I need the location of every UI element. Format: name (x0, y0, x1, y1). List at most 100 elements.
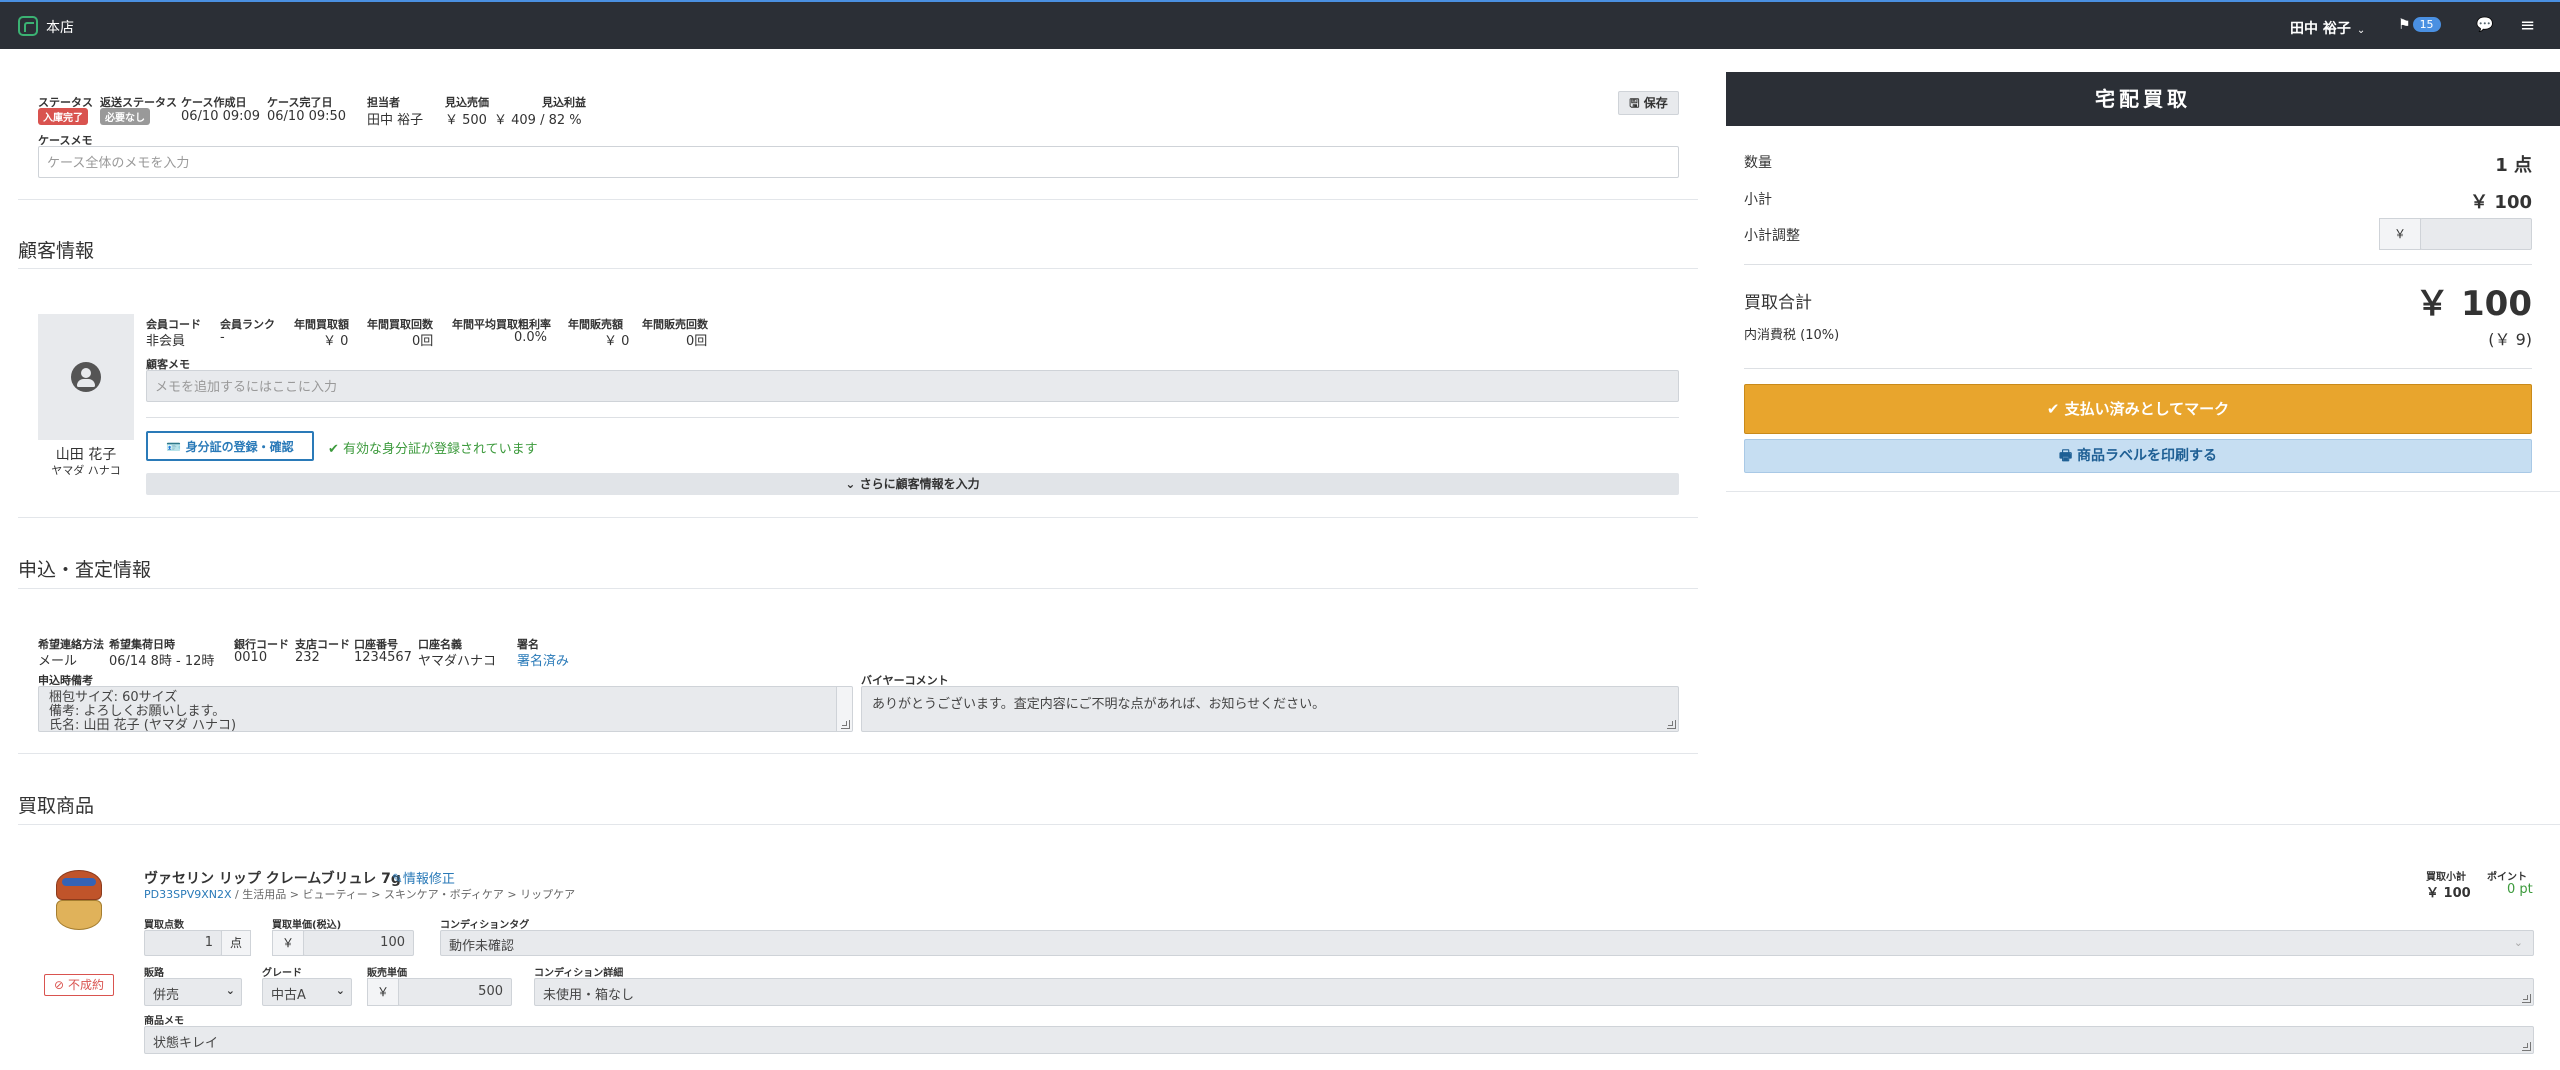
channel-select[interactable]: 併売 ⌄ (144, 978, 242, 1006)
member-code-value: 非会員 (146, 334, 186, 349)
qty-label: 買取点数 (144, 920, 184, 931)
divider (146, 417, 1679, 418)
case-memo-input[interactable]: ケース全体のメモを入力 (38, 146, 1679, 178)
expected-sales-label: 見込売価 (445, 96, 489, 109)
store-name[interactable]: 本店 (46, 17, 74, 37)
chevron-down-icon: ⌄ (2513, 936, 2523, 949)
created-date-label: ケース作成日 (181, 96, 247, 109)
application-notes-textarea[interactable]: 梱包サイズ: 60サイズ 備考: よろしくお願いします。 氏名: 山田 花子 (… (38, 686, 853, 732)
branch-code-value: 232 (295, 650, 320, 665)
summary-subtotal-label: 小計 (1744, 192, 1772, 208)
app-logo-icon[interactable] (18, 16, 38, 36)
id-register-button[interactable]: 🪪 身分証の登録・確認 (146, 431, 314, 461)
signature-link[interactable]: 署名済み (517, 650, 569, 669)
condition-tag-label: コンディションタグ (440, 920, 530, 931)
cancel-contract-label: 不成約 (67, 978, 104, 992)
mark-paid-label: 支払い済みとしてマーク (2064, 400, 2230, 418)
product-memo-value: 状態キレイ (153, 1036, 219, 1051)
products-section-title: 買取商品 (18, 795, 95, 817)
grade-select[interactable]: 中古A ⌄ (262, 978, 352, 1006)
pencil-icon: ✎ (392, 872, 403, 887)
buyer-comment-textarea[interactable]: ありがとうございます。査定内容にご不明な点があれば、お知らせください。 (861, 686, 1679, 732)
check-icon: ✔ (328, 442, 339, 457)
resize-grip-icon (841, 720, 850, 729)
divider (18, 588, 1698, 589)
hamburger-menu-icon[interactable]: ≡ (2520, 15, 2535, 36)
more-customer-info-button[interactable]: ⌄ さらに顧客情報を入力 (146, 473, 1679, 495)
chevron-down-icon: ⌄ (2356, 25, 2366, 36)
customer-kana: ヤマダ ハナコ (51, 464, 121, 477)
grade-value: 中古A (271, 988, 306, 1003)
sale-price-input[interactable]: 500 (398, 978, 512, 1006)
expected-sales-value: ￥ 500 (445, 113, 487, 128)
subtotal-value: ￥ 100 (2426, 886, 2471, 901)
resize-grip-icon (2522, 994, 2531, 1003)
expected-profit-label: 見込利益 (542, 96, 586, 109)
annual-sales-amount-value: ￥ 0 (604, 334, 630, 349)
price-input[interactable]: 100 (303, 930, 414, 956)
account-number-value: 1234567 (354, 650, 412, 665)
grade-label: グレード (262, 968, 302, 979)
case-panel: ステータス 入庫完了 返送ステータス 必要なし ケース作成日 06/10 09:… (18, 72, 1698, 200)
cancel-contract-button[interactable]: ⊘ 不成約 (44, 974, 114, 996)
chevron-down-icon: ⌄ (225, 984, 235, 997)
contact-method-value: メール (38, 654, 78, 669)
summary-total-label: 買取合計 (1744, 293, 1812, 313)
save-icon: 🖫 (1629, 96, 1640, 110)
sale-price-label: 販売単価 (367, 968, 407, 979)
avatar (38, 314, 134, 440)
product-name: ヴァセリン リップ クレームブリュレ 7g (144, 871, 401, 887)
save-button-label: 保存 (1643, 96, 1668, 110)
points-label: ポイント (2487, 872, 2527, 883)
sale-price-yen-addon: ￥ (367, 978, 399, 1006)
pickup-date-value: 06/14 8時 - 12時 (109, 654, 215, 669)
status-badge: 入庫完了 (38, 108, 88, 125)
price-yen-addon: ￥ (272, 930, 304, 956)
member-rank-value: - (220, 330, 225, 345)
summary-tax-value: (￥ 9) (2488, 330, 2532, 349)
user-menu[interactable]: 田中 裕子 ⌄ (2290, 18, 2365, 38)
customer-section-title: 顧客情報 (18, 240, 95, 262)
summary-qty-value: 1 点 (2495, 155, 2532, 176)
notifications-button[interactable]: ⚑ 15 (2398, 17, 2441, 33)
qty-input[interactable]: 1 (144, 930, 222, 956)
channel-value: 併売 (153, 988, 180, 1003)
condition-tag-select[interactable]: 動作未確認 ⌄ (440, 930, 2534, 956)
product-memo-textarea[interactable]: 状態キレイ (144, 1026, 2534, 1054)
customer-panel: 山田 花子 ヤマダ ハナコ 会員コード 非会員 会員ランク - 年間買取額 ￥ … (18, 290, 1698, 518)
subtotal-label: 買取小計 (2426, 872, 2466, 883)
customer-name: 山田 花子 (55, 447, 117, 463)
expected-profit-value: ￥ 409 / 82 % (494, 113, 582, 128)
price-label: 買取単価(税込) (272, 920, 342, 931)
return-status-badge: 必要なし (100, 108, 150, 125)
user-circle-icon (71, 362, 101, 392)
resize-grip-icon (1667, 720, 1676, 729)
summary-subtotal-value: ￥ 100 (2470, 192, 2532, 213)
id-card-icon: 🪪 (166, 440, 182, 454)
product-meta: PD33SPV9XN2X / 生活用品 > ビューティー > スキンケア・ボディ… (144, 886, 575, 902)
divider (18, 824, 2560, 825)
condition-detail-label: コンディション詳細 (534, 968, 624, 979)
created-date-value: 06/10 09:09 (181, 109, 261, 124)
condition-detail-value: 未使用・箱なし (543, 988, 635, 1003)
completed-date-value: 06/10 09:50 (267, 109, 347, 124)
application-panel: 希望連絡方法 メール 希望集荷日時 06/14 8時 - 12時 銀行コード 0… (18, 612, 1698, 754)
points-value: 0 pt (2507, 882, 2533, 897)
save-button[interactable]: 🖫 保存 (1618, 91, 1679, 115)
chat-icon[interactable]: 💬 (2476, 17, 2493, 33)
summary-adjust-label: 小計調整 (1744, 228, 1800, 244)
product-category-path: / 生活用品 > ビューティー > スキンケア・ボディケア > リップケア (231, 888, 576, 901)
summary-adjust-input[interactable] (2420, 218, 2532, 250)
mark-paid-button[interactable]: ✔ 支払い済みとしてマーク (1744, 384, 2532, 434)
edit-info-link[interactable]: ✎情報修正 (392, 868, 455, 887)
summary-adjust-yen-addon: ￥ (2379, 218, 2421, 250)
customer-memo-input[interactable]: メモを追加するにはここに入力 (146, 370, 1679, 402)
condition-tag-value: 動作未確認 (449, 939, 515, 954)
print-label-button[interactable]: 🖶 商品ラベルを印刷する (1744, 439, 2532, 473)
user-name: 田中 裕子 (2290, 21, 2351, 37)
flag-icon: ⚑ (2398, 17, 2411, 33)
annual-buy-count-value: 0回 (412, 334, 434, 349)
product-code-link[interactable]: PD33SPV9XN2X (144, 888, 232, 901)
condition-detail-textarea[interactable]: 未使用・箱なし (534, 978, 2534, 1006)
notes-line: 備考: よろしくお願いします。 (49, 704, 226, 719)
